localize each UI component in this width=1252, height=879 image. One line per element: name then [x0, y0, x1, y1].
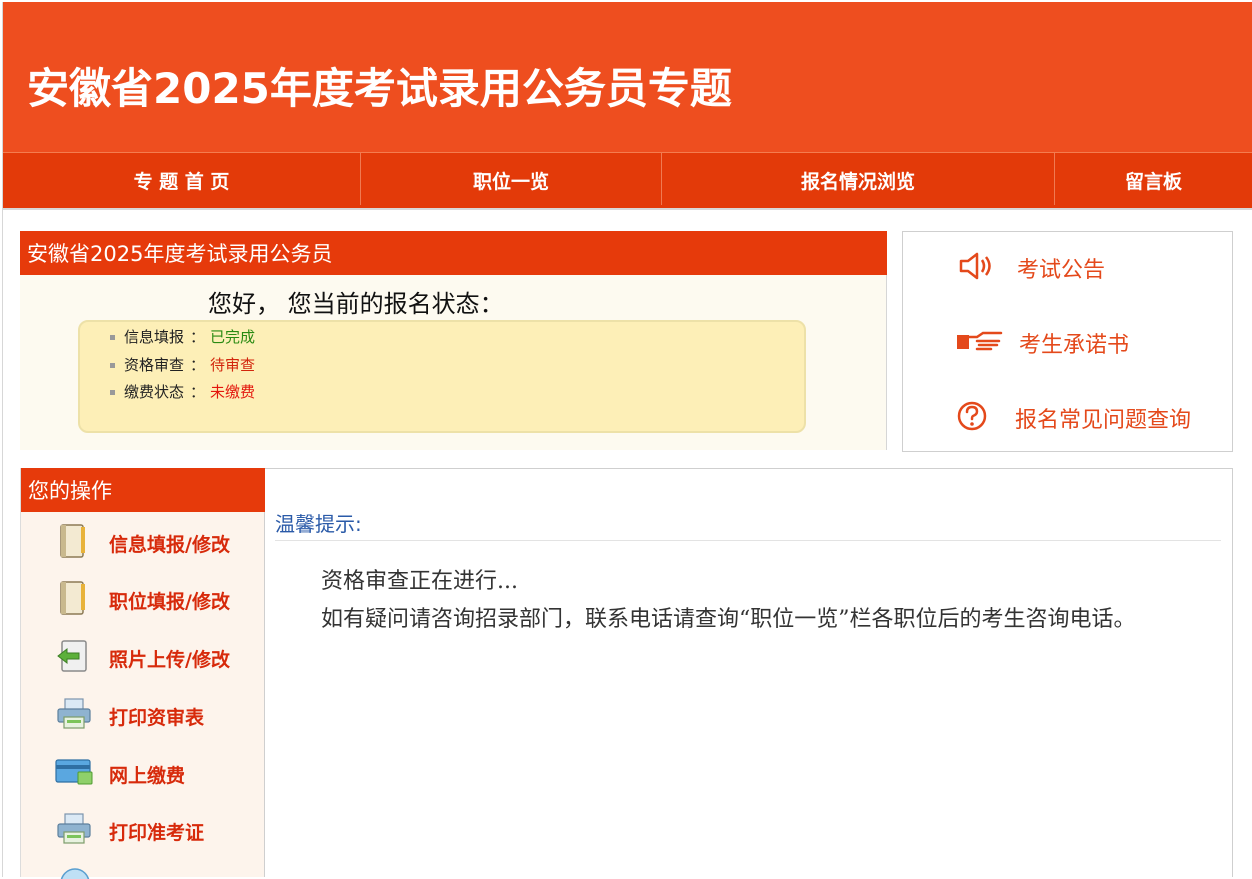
tip-panel: 温馨提示: 资格审查正在进行... 如有疑问请咨询招录部门，联系电话请查询“职位…: [265, 468, 1233, 877]
globe-icon: [60, 868, 90, 879]
page-title: 安徽省2025年度考试录用公务员专题: [27, 64, 732, 113]
op-label: 职位填报/修改: [109, 591, 230, 613]
bullet-icon: [110, 390, 115, 395]
status-row-payment: 缴费状态 ：未缴费: [110, 381, 255, 402]
link-candidate-pledge[interactable]: 考生承诺书: [903, 321, 1232, 361]
photo-upload-icon: [57, 640, 87, 672]
link-label: 报名常见问题查询: [1015, 408, 1192, 433]
notebook-icon: [60, 524, 85, 558]
link-exam-announcement[interactable]: 考试公告: [903, 246, 1232, 286]
nav-item-home[interactable]: 专 题 首 页: [3, 153, 360, 209]
op-print-admission-ticket[interactable]: 打印准考证: [21, 805, 264, 853]
bullet-icon: [110, 363, 115, 368]
op-info-edit[interactable]: 信息填报/修改: [21, 517, 264, 565]
main-nav: 专 题 首 页 职位一览 报名情况浏览 留言板: [3, 152, 1252, 210]
op-online-payment[interactable]: 网上缴费: [21, 748, 264, 796]
status-label: 信息填报: [124, 328, 185, 346]
payment-card-icon: [55, 759, 93, 785]
header-banner: 安徽省2025年度考试录用公务员专题: [3, 2, 1252, 152]
status-colon: ：: [190, 356, 206, 374]
status-value-info: 已完成: [210, 328, 256, 346]
pointing-hand-icon: [957, 331, 1003, 351]
notebook-icon: [60, 581, 85, 615]
status-colon: ：: [190, 383, 206, 401]
operations-title: 您的操作: [21, 468, 266, 512]
status-colon: ：: [190, 328, 206, 346]
nav-item-registration-stats[interactable]: 报名情况浏览: [662, 153, 1054, 209]
question-circle-icon: [957, 401, 987, 431]
tip-divider: [275, 540, 1221, 541]
status-value-review: 待审查: [210, 356, 256, 374]
bullet-icon: [110, 335, 115, 340]
op-label: 照片上传/修改: [109, 649, 230, 671]
registration-status-panel: 安徽省2025年度考试录用公务员 您好， 您当前的报名状态： 信息填报：已完成 …: [20, 231, 887, 450]
tip-title: 温馨提示:: [275, 512, 362, 536]
printer-icon: [57, 813, 91, 844]
status-panel-title: 安徽省2025年度考试录用公务员: [20, 231, 887, 275]
printer-icon: [57, 698, 91, 729]
op-position-edit[interactable]: 职位填报/修改: [21, 574, 264, 622]
tip-body: 资格审查正在进行... 如有疑问请咨询招录部门，联系电话请查询“职位一览”栏各职…: [277, 563, 1207, 639]
status-label: 缴费状态: [124, 383, 185, 401]
speaker-icon: [959, 252, 991, 280]
op-label: 打印准考证: [109, 822, 205, 844]
op-label: 信息填报/修改: [109, 534, 230, 556]
op-label: 网上缴费: [109, 765, 186, 787]
tip-line: 如有疑问请咨询招录部门，联系电话请查询“职位一览”栏各职位后的考生咨询电话。: [321, 607, 1136, 632]
quick-links-panel: 考试公告 考生承诺书 报名常见问题查询: [902, 231, 1233, 452]
status-row-review: 资格审查 ：待审查: [110, 354, 255, 375]
link-faq[interactable]: 报名常见问题查询: [903, 396, 1232, 436]
link-label: 考生承诺书: [1019, 333, 1130, 358]
status-value-payment: 未缴费: [210, 383, 256, 401]
operations-panel: 您的操作 信息填报/修改 职位填报/修改 照片上传/修改 打印资审表 网上缴费 …: [20, 468, 266, 879]
nav-item-positions[interactable]: 职位一览: [361, 153, 661, 209]
link-label: 考试公告: [1017, 258, 1106, 283]
op-label: 打印资审表: [109, 707, 205, 729]
tip-line: 资格审查正在进行...: [321, 569, 518, 594]
status-greeting: 您好， 您当前的报名状态：: [208, 290, 504, 318]
op-photo-upload[interactable]: 照片上传/修改: [21, 632, 264, 680]
status-row-info: 信息填报 ：已完成: [110, 326, 255, 347]
status-label: 资格审查: [124, 356, 185, 374]
status-list-box: 信息填报：已完成 资格审查：待审查 缴费状态：未缴费: [78, 320, 806, 433]
nav-item-message-board[interactable]: 留言板: [1055, 153, 1252, 209]
op-print-review-form[interactable]: 打印资审表: [21, 690, 264, 738]
